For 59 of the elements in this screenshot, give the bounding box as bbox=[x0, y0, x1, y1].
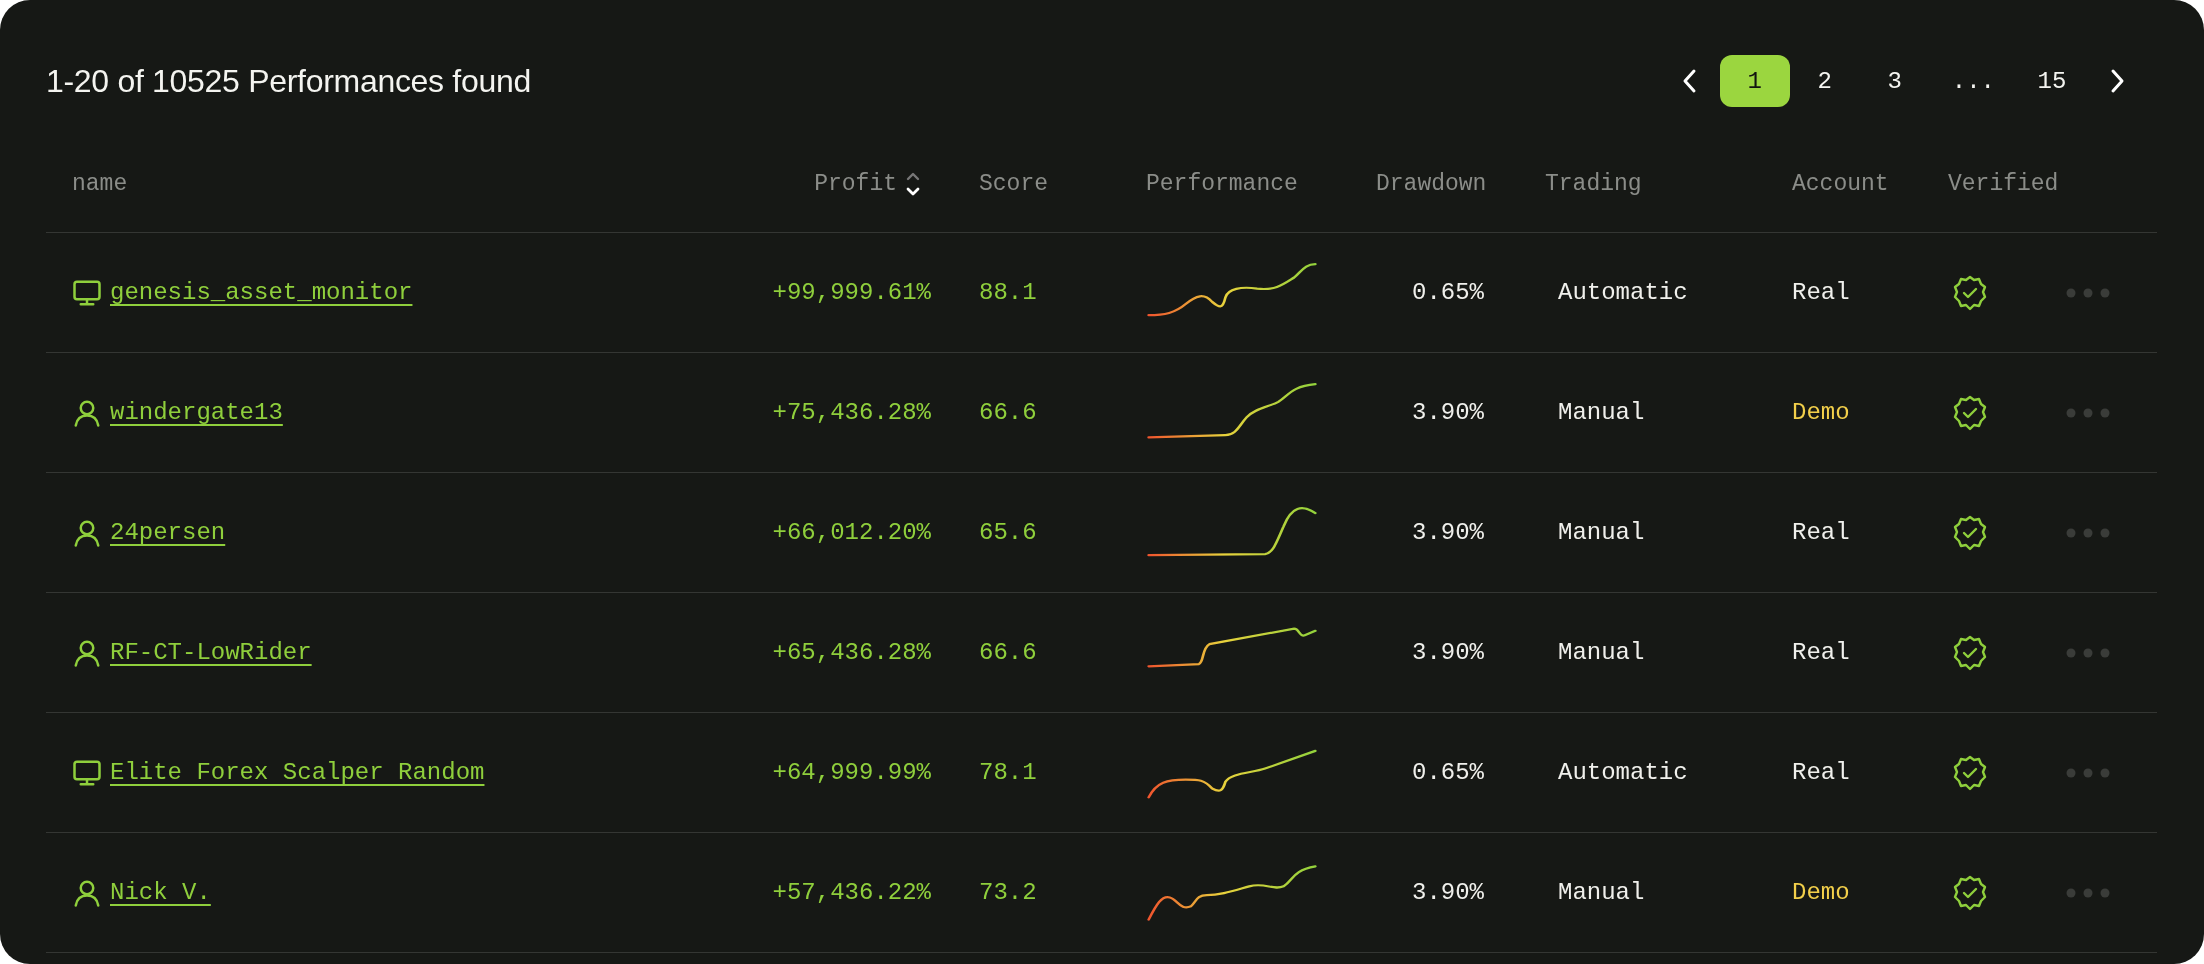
profit-value: +99,999.61% bbox=[772, 279, 931, 306]
name-link[interactable]: Elite Forex Scalper Random bbox=[110, 759, 485, 786]
profit-value: +66,012.20% bbox=[772, 519, 931, 546]
column-header[interactable]: Profit bbox=[814, 171, 897, 197]
more-options-icon[interactable] bbox=[2066, 407, 2110, 418]
profit-value: +65,436.28% bbox=[772, 639, 931, 666]
name-link[interactable]: 24persen bbox=[110, 519, 226, 546]
score-value: 65.6 bbox=[979, 519, 1037, 546]
more-options-icon[interactable] bbox=[2066, 287, 2110, 298]
score-value: 66.6 bbox=[979, 639, 1037, 666]
column-header: Drawdown bbox=[1376, 171, 1487, 197]
account-type: Real bbox=[1792, 759, 1850, 786]
account-type: Demo bbox=[1792, 399, 1850, 426]
name-link[interactable]: genesis_asset_monitor bbox=[110, 279, 413, 306]
score-value: 66.6 bbox=[979, 399, 1037, 426]
more-options-icon[interactable] bbox=[2066, 767, 2110, 778]
column-header: Verified bbox=[1948, 171, 2059, 197]
name-link[interactable]: windergate13 bbox=[110, 399, 283, 426]
previous-page-icon[interactable] bbox=[1681, 68, 1698, 94]
trading-type: Manual bbox=[1558, 399, 1645, 426]
drawdown-value: 3.90% bbox=[1412, 879, 1484, 906]
trading-type: Manual bbox=[1558, 879, 1645, 906]
more-options-icon[interactable] bbox=[2066, 647, 2110, 658]
more-options-icon[interactable] bbox=[2066, 527, 2110, 538]
name-link[interactable]: RF-CT-LowRider bbox=[110, 639, 312, 666]
sort-icon[interactable] bbox=[905, 170, 921, 198]
score-value: 73.2 bbox=[979, 879, 1037, 906]
column-header: Score bbox=[979, 171, 1048, 197]
more-options-icon[interactable] bbox=[2066, 887, 2110, 898]
page-button[interactable]: 15 bbox=[2017, 55, 2087, 107]
drawdown-value: 0.65% bbox=[1412, 279, 1484, 306]
drawdown-value: 0.65% bbox=[1412, 759, 1484, 786]
score-value: 78.1 bbox=[979, 759, 1037, 786]
profit-value: +75,436.28% bbox=[772, 399, 931, 426]
page-button[interactable]: 3 bbox=[1859, 55, 1930, 107]
trading-type: Automatic bbox=[1558, 279, 1688, 306]
column-header: Trading bbox=[1545, 171, 1642, 197]
column-header: Performance bbox=[1146, 171, 1298, 197]
account-type: Real bbox=[1792, 279, 1850, 306]
drawdown-value: 3.90% bbox=[1412, 639, 1484, 666]
name-link[interactable]: Nick V. bbox=[110, 879, 211, 906]
drawdown-value: 3.90% bbox=[1412, 399, 1484, 426]
drawdown-value: 3.90% bbox=[1412, 519, 1484, 546]
account-type: Demo bbox=[1792, 879, 1850, 906]
page-ellipsis: ... bbox=[1950, 66, 1996, 97]
trading-type: Manual bbox=[1558, 639, 1645, 666]
column-header: Account bbox=[1792, 171, 1889, 197]
trading-type: Automatic bbox=[1558, 759, 1688, 786]
column-header: name bbox=[72, 171, 128, 197]
account-type: Real bbox=[1792, 639, 1850, 666]
trading-type: Manual bbox=[1558, 519, 1645, 546]
score-value: 88.1 bbox=[979, 279, 1037, 306]
profit-value: +64,999.99% bbox=[772, 759, 931, 786]
results-count: 1-20 of 10525 Performances found bbox=[46, 62, 531, 100]
page-button[interactable]: 1 bbox=[1719, 55, 1790, 107]
page-button[interactable]: 2 bbox=[1789, 55, 1860, 107]
profit-value: +57,436.22% bbox=[772, 879, 931, 906]
next-page-icon[interactable] bbox=[2109, 68, 2125, 94]
account-type: Real bbox=[1792, 519, 1850, 546]
